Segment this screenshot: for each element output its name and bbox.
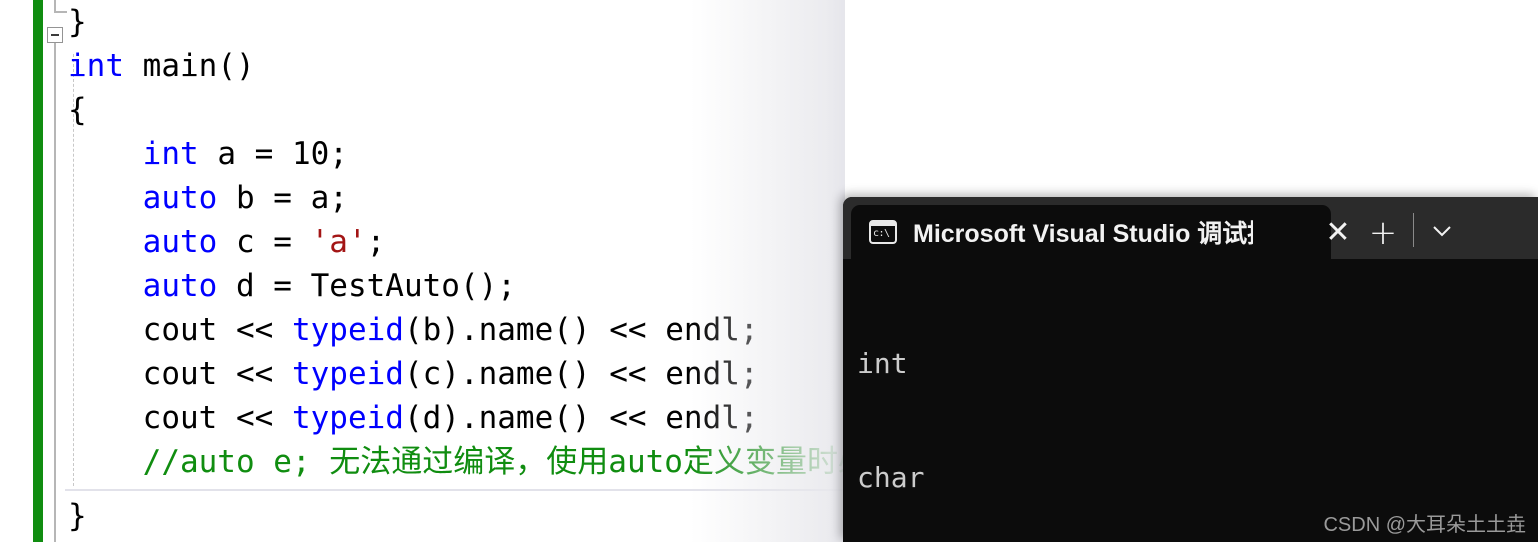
code-token: d = TestAuto(); bbox=[217, 268, 516, 304]
outlining-vertical-line bbox=[54, 42, 56, 542]
code-token: (d).name() << endl; bbox=[403, 400, 759, 436]
code-token: b = a; bbox=[217, 180, 348, 216]
code-token: } bbox=[68, 4, 87, 40]
code-token: int bbox=[68, 48, 124, 84]
chevron-down-icon[interactable] bbox=[1425, 217, 1459, 249]
debug-console-window[interactable]: c:\ Microsoft Visual Studio 调试控 ✕ + int … bbox=[843, 197, 1538, 542]
change-bar-indicator bbox=[33, 0, 43, 542]
code-token: ; bbox=[366, 224, 386, 260]
code-token: cout << bbox=[68, 312, 292, 348]
watermark-label: CSDN @大耳朵土土垚 bbox=[1323, 514, 1526, 536]
new-tab-icon[interactable]: + bbox=[1365, 215, 1401, 251]
code-token: auto bbox=[142, 180, 218, 216]
line-open-brace: { bbox=[68, 88, 1538, 132]
code-token: typeid bbox=[291, 356, 404, 392]
console-output-line: char bbox=[857, 461, 925, 494]
code-token: { bbox=[68, 92, 87, 128]
console-output-area[interactable]: int char int D:\2023code.c\Cpp02\x64\Rel… bbox=[843, 259, 1538, 542]
screenshot-root: } int main() { int a = 10; auto b = a; aut… bbox=[0, 0, 1538, 542]
line-main-signature: int main() bbox=[68, 44, 1538, 88]
current-line-text: } bbox=[68, 498, 87, 534]
code-token: main() bbox=[124, 48, 255, 84]
code-token: (c).name() << endl; bbox=[403, 356, 759, 392]
code-token: a = 10; bbox=[198, 136, 348, 172]
titlebar-divider bbox=[1413, 213, 1414, 247]
line-int-a: int a = 10; bbox=[68, 132, 1538, 176]
line-prev-close: } bbox=[68, 0, 1538, 44]
code-token: auto bbox=[142, 224, 218, 260]
console-icon-label: c:\ bbox=[873, 228, 890, 239]
code-token: typeid bbox=[291, 400, 404, 436]
code-token: 'a' bbox=[310, 224, 367, 260]
code-token: int bbox=[142, 136, 199, 172]
console-output-line: int bbox=[857, 347, 908, 380]
code-token: cout << bbox=[68, 356, 292, 392]
outlining-elbow bbox=[54, 11, 67, 13]
close-icon[interactable]: ✕ bbox=[1321, 217, 1355, 251]
console-titlebar[interactable]: c:\ Microsoft Visual Studio 调试控 ✕ + bbox=[843, 197, 1538, 259]
console-prompt-icon: c:\ bbox=[869, 220, 897, 244]
code-token: typeid bbox=[291, 312, 404, 348]
collapse-region-toggle-icon[interactable] bbox=[47, 27, 63, 43]
console-tab-title: Microsoft Visual Studio 调试控 bbox=[913, 220, 1253, 248]
code-token: auto bbox=[142, 268, 218, 304]
code-token: c = bbox=[217, 224, 311, 260]
code-token: cout << bbox=[68, 400, 292, 436]
console-tab[interactable]: c:\ Microsoft Visual Studio 调试控 bbox=[851, 205, 1331, 259]
code-token: (b).name() << endl; bbox=[403, 312, 759, 348]
